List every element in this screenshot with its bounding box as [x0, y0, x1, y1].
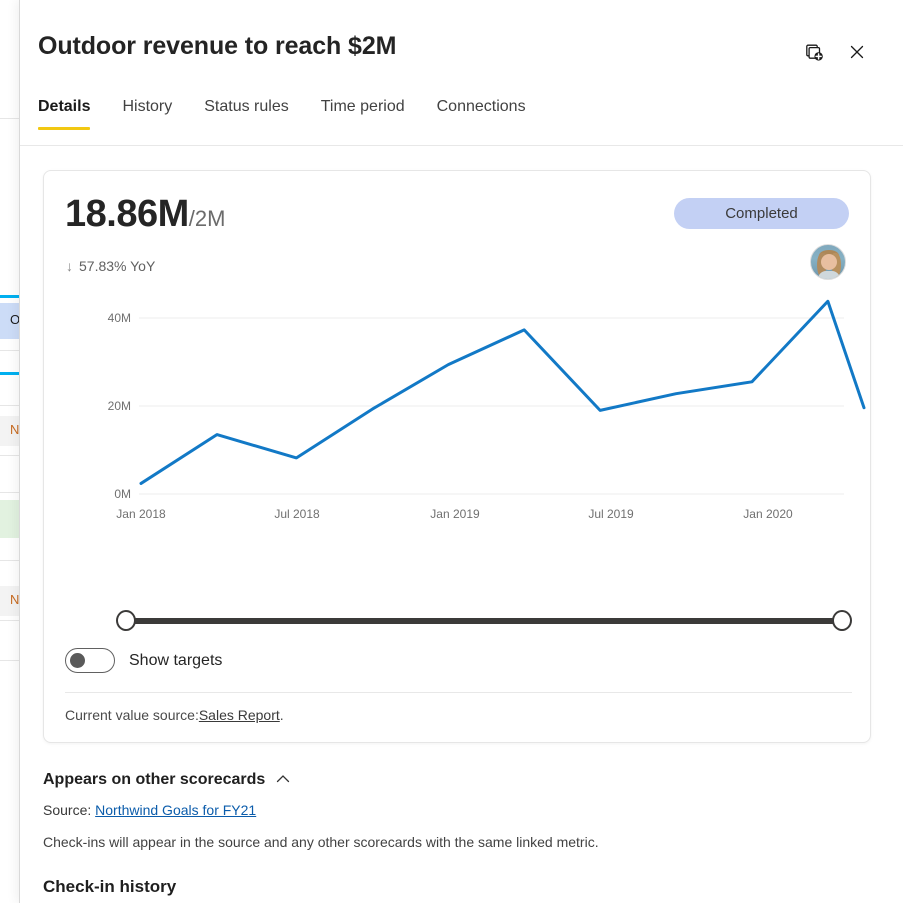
source-suffix-label: . [279, 707, 284, 723]
chart-line-series [139, 299, 866, 485]
svg-text:Jan 2019: Jan 2019 [430, 507, 480, 521]
close-icon [849, 44, 865, 63]
svg-text:40M: 40M [108, 311, 131, 325]
metric-value-row: 18.86M /2M [65, 193, 225, 236]
trend-down-arrow-icon: ↓ [66, 258, 73, 274]
tab-history[interactable]: History [106, 92, 188, 130]
chart-x-axis: Jan 2018 Jul 2018 Jan 2019 Jul 2019 Jan … [116, 507, 793, 521]
scorecards-source-label: Source: [43, 802, 92, 818]
background-scorecard-divider [0, 350, 19, 351]
avatar-body [818, 271, 840, 279]
show-targets-row: Show targets [65, 648, 222, 673]
avatar-face [821, 254, 837, 270]
background-scorecard-row-label: N [10, 592, 19, 607]
svg-text:Jan 2018: Jan 2018 [116, 507, 166, 521]
show-targets-toggle[interactable] [65, 648, 115, 673]
add-to-scorecard-icon [804, 42, 824, 65]
svg-text:Jan 2020: Jan 2020 [743, 507, 793, 521]
range-slider-track[interactable] [126, 618, 842, 624]
svg-text:20M: 20M [108, 399, 131, 413]
svg-text:0M: 0M [114, 487, 131, 501]
background-scorecard-row-label: O [10, 312, 19, 327]
background-scorecard-divider [0, 455, 19, 456]
toggle-knob [70, 653, 85, 668]
current-value: 18.86M [65, 193, 189, 235]
trend-label: 57.83% YoY [79, 258, 156, 274]
metric-card: 18.86M /2M ↓ 57.83% YoY Completed 40M 20… [43, 170, 871, 743]
close-button[interactable] [842, 38, 872, 68]
chevron-up-icon[interactable] [276, 771, 290, 789]
tab-status-rules[interactable]: Status rules [188, 92, 304, 130]
background-scorecard-divider [0, 560, 19, 561]
show-targets-label: Show targets [129, 651, 223, 669]
svg-text:Jul 2018: Jul 2018 [274, 507, 320, 521]
background-scorecard-accent [0, 295, 19, 298]
range-slider-handle-right[interactable] [832, 610, 852, 631]
northwind-goals-link[interactable]: Northwind Goals for FY21 [95, 802, 256, 818]
add-to-scorecard-button[interactable] [799, 38, 829, 68]
scorecards-section-header[interactable]: Appears on other scorecards [43, 771, 871, 789]
current-value-source: Current value source:Sales Report. [65, 707, 284, 723]
target-value: /2M [188, 206, 226, 231]
tab-details[interactable]: Details [38, 92, 106, 130]
scorecards-note: Check-ins will appear in the source and … [43, 834, 599, 850]
background-scorecard-divider [0, 660, 19, 661]
chart-time-range-slider[interactable] [116, 608, 852, 634]
background-scorecard-accent [0, 372, 19, 375]
appears-on-other-scorecards-section: Appears on other scorecards Source: Nort… [43, 771, 871, 850]
source-prefix-label: Current value source: [65, 707, 199, 723]
range-slider-handle-left[interactable] [116, 610, 136, 631]
tab-time-period[interactable]: Time period [305, 92, 421, 130]
check-in-history-title: Check-in history [43, 877, 177, 896]
svg-text:Jul 2019: Jul 2019 [588, 507, 634, 521]
background-scorecard-strip: O N N [0, 0, 19, 903]
chart-canvas: 40M 20M 0M Jan 2018 Jul 2018 Jan 2019 Ju… [108, 299, 866, 521]
panel-header: Outdoor revenue to reach $2M Details His… [20, 0, 903, 146]
background-scorecard-row [0, 500, 19, 538]
status-badge[interactable]: Completed [674, 198, 849, 229]
metric-trend-chart[interactable]: 40M 20M 0M Jan 2018 Jul 2018 Jan 2019 Ju… [44, 296, 872, 596]
background-scorecard-row [0, 0, 19, 60]
trend-indicator: ↓ 57.83% YoY [66, 258, 155, 274]
background-scorecard-divider [0, 405, 19, 406]
page-title: Outdoor revenue to reach $2M [38, 32, 397, 60]
tab-bar: Details History Status rules Time period… [38, 92, 542, 130]
panel-body: 18.86M /2M ↓ 57.83% YoY Completed 40M 20… [20, 147, 903, 903]
background-scorecard-divider [0, 620, 19, 621]
card-divider [65, 692, 852, 693]
scorecards-source-row: Source: Northwind Goals for FY21 [43, 802, 871, 818]
owner-avatar[interactable] [810, 244, 846, 280]
background-scorecard-divider [0, 118, 19, 119]
metric-details-panel: Outdoor revenue to reach $2M Details His… [19, 0, 903, 903]
background-scorecard-divider [0, 492, 19, 493]
scorecards-heading-label: Appears on other scorecards [43, 771, 266, 788]
background-scorecard-row-label: N [10, 422, 19, 437]
tab-connections[interactable]: Connections [421, 92, 542, 130]
sales-report-link[interactable]: Sales Report [199, 707, 280, 723]
chart-y-axis: 40M 20M 0M [108, 311, 131, 501]
